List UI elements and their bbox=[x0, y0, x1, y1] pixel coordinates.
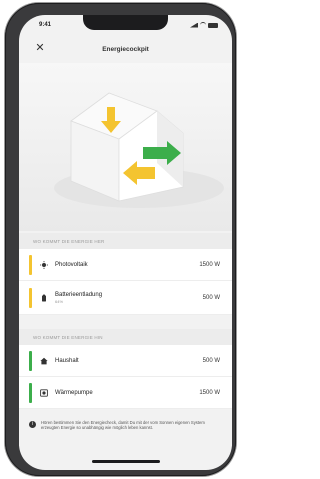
consumer-label: Haushalt bbox=[55, 357, 79, 364]
heatpump-icon bbox=[40, 388, 48, 397]
phone-notch bbox=[83, 15, 168, 30]
source-color-bar bbox=[29, 254, 32, 275]
close-icon[interactable]: ✕ bbox=[33, 41, 47, 55]
energy-flow-illustration bbox=[19, 63, 232, 231]
consumer-row-waermepumpe[interactable]: Wärmepumpe 1500 W bbox=[19, 377, 232, 409]
consumer-label: Wärmepumpe bbox=[55, 389, 93, 396]
home-indicator[interactable] bbox=[92, 460, 160, 463]
status-time: 9:41 bbox=[39, 22, 52, 28]
source-row-battery[interactable]: Batterieentladung 64% 500 W bbox=[19, 281, 232, 315]
source-row-photovoltaik[interactable]: Photovoltaik 1500 W bbox=[19, 249, 232, 281]
consumer-color-bar bbox=[29, 350, 32, 371]
source-value: 1500 W bbox=[199, 261, 220, 268]
info-icon: i bbox=[29, 421, 36, 428]
consumer-row-haushalt[interactable]: Haushalt 500 W bbox=[19, 345, 232, 377]
signal-icon bbox=[190, 22, 198, 28]
battery-level-text: 64% bbox=[55, 298, 64, 304]
battery-icon bbox=[40, 294, 48, 302]
wifi-icon bbox=[200, 22, 206, 28]
info-text: Hören bestimmen Sie den Energiecheck, da… bbox=[41, 420, 205, 431]
source-value: 500 W bbox=[202, 294, 220, 301]
consumers-heading: WO KOMMT DIE ENERGIE HIN bbox=[19, 329, 232, 345]
source-label-group: Batterieentladung 64% bbox=[55, 292, 203, 304]
phone-frame: 9:41 ✕ Energiecockpit WO KOMMT DIE ENERG… bbox=[5, 3, 236, 476]
source-label: Batterieentladung bbox=[55, 291, 103, 298]
status-icons bbox=[190, 22, 218, 28]
sources-heading: WO KOMMT DIE ENERGIE HER bbox=[19, 233, 232, 249]
consumer-color-bar bbox=[29, 382, 32, 403]
info-note: i Hören bestimmen Sie den Energiecheck, … bbox=[19, 414, 232, 446]
consumer-value: 500 W bbox=[202, 357, 220, 364]
page-title: Energiecockpit bbox=[102, 45, 149, 53]
app-header: ✕ Energiecockpit bbox=[19, 37, 232, 61]
app-screen: 9:41 ✕ Energiecockpit WO KOMMT DIE ENERG… bbox=[19, 15, 232, 470]
battery-status-icon bbox=[208, 22, 218, 28]
sun-icon bbox=[40, 260, 48, 269]
source-color-bar bbox=[29, 287, 32, 308]
consumer-value: 1500 W bbox=[199, 389, 220, 396]
source-label: Photovoltaik bbox=[55, 261, 88, 268]
house-icon bbox=[40, 357, 48, 365]
house-illustration bbox=[19, 63, 232, 231]
